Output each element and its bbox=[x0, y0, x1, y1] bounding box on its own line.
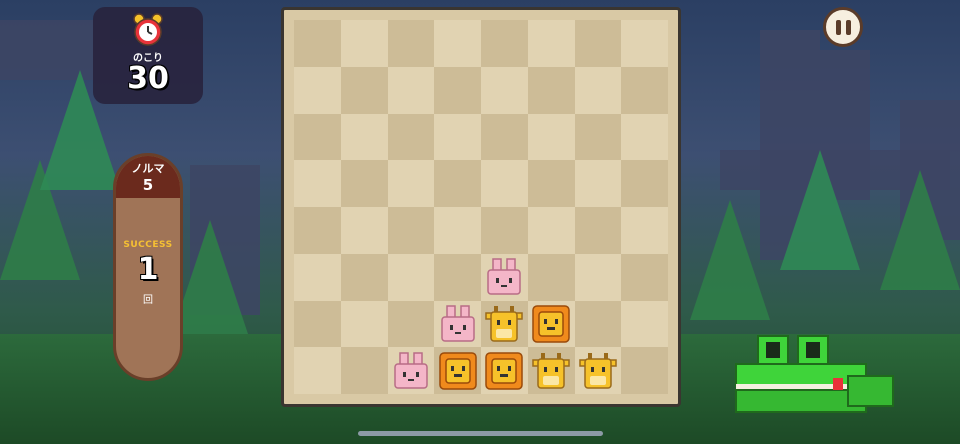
quota-label: ノルマ bbox=[131, 162, 165, 175]
board-cell[interactable] bbox=[340, 347, 388, 394]
board-cell[interactable] bbox=[294, 66, 341, 114]
board-cell[interactable] bbox=[621, 253, 668, 301]
board-cell[interactable] bbox=[387, 66, 435, 114]
board-cell[interactable] bbox=[527, 20, 575, 67]
board-cell[interactable] bbox=[340, 253, 388, 301]
board-cell[interactable] bbox=[294, 253, 341, 301]
board-cell[interactable] bbox=[574, 253, 622, 301]
board-cell[interactable] bbox=[294, 20, 341, 67]
board-cell[interactable] bbox=[340, 300, 388, 348]
board-cell[interactable] bbox=[434, 253, 481, 301]
home-indicator[interactable] bbox=[358, 431, 603, 436]
success-count: 1 bbox=[137, 252, 159, 287]
board-cell[interactable] bbox=[621, 207, 668, 254]
quota-value: 5 bbox=[142, 176, 154, 194]
board-cell[interactable] bbox=[574, 207, 622, 254]
board-cell[interactable] bbox=[527, 66, 575, 114]
time-remaining-panel: のこり 30 bbox=[93, 7, 203, 104]
giraffe-block[interactable] bbox=[579, 352, 617, 390]
board-cell[interactable] bbox=[621, 20, 668, 67]
board-cell[interactable] bbox=[340, 66, 388, 114]
game-board bbox=[281, 7, 681, 407]
lion-block[interactable] bbox=[485, 351, 524, 390]
success-unit: 回 bbox=[143, 295, 153, 306]
time-remaining-value: 30 bbox=[127, 61, 169, 96]
board-cell[interactable] bbox=[387, 113, 435, 161]
board-cell[interactable] bbox=[574, 113, 622, 161]
board-cell[interactable] bbox=[434, 113, 481, 161]
board-cell[interactable] bbox=[434, 20, 481, 67]
board-cell[interactable] bbox=[481, 253, 528, 301]
board-cell[interactable] bbox=[574, 300, 622, 348]
board-cell[interactable] bbox=[574, 20, 622, 67]
board-cell[interactable] bbox=[340, 20, 388, 67]
board-cell[interactable] bbox=[574, 160, 622, 207]
board-cell[interactable] bbox=[387, 253, 435, 301]
board-cell[interactable] bbox=[387, 300, 435, 348]
board-cell[interactable] bbox=[621, 347, 668, 394]
board-cell[interactable] bbox=[621, 66, 668, 114]
giraffe-block[interactable] bbox=[485, 305, 524, 343]
board-cell[interactable] bbox=[481, 207, 528, 254]
board-cell[interactable] bbox=[434, 207, 481, 254]
pause-icon bbox=[835, 19, 841, 35]
board-cell[interactable] bbox=[387, 160, 435, 207]
board-cell[interactable] bbox=[434, 160, 481, 207]
rabbit-block[interactable] bbox=[439, 305, 477, 343]
board-cell[interactable] bbox=[621, 113, 668, 161]
board-grid bbox=[294, 20, 668, 394]
board-cell[interactable] bbox=[481, 300, 528, 348]
board-cell[interactable] bbox=[340, 113, 388, 161]
board-cell[interactable] bbox=[481, 160, 528, 207]
board-cell[interactable] bbox=[527, 253, 575, 301]
quota-header: ノルマ 5 bbox=[116, 156, 180, 198]
board-cell[interactable] bbox=[294, 160, 341, 207]
board-cell[interactable] bbox=[527, 160, 575, 207]
board-cell[interactable] bbox=[574, 347, 622, 394]
board-cell[interactable] bbox=[340, 207, 388, 254]
board-cell[interactable] bbox=[481, 66, 528, 114]
lion-block[interactable] bbox=[438, 351, 477, 390]
board-cell[interactable] bbox=[294, 113, 341, 161]
board-cell[interactable] bbox=[481, 113, 528, 161]
rabbit-block[interactable] bbox=[485, 258, 523, 296]
board-cell[interactable] bbox=[340, 160, 388, 207]
board-cell[interactable] bbox=[387, 347, 435, 394]
lion-block[interactable] bbox=[532, 305, 570, 343]
board-cell[interactable] bbox=[481, 20, 528, 67]
board-cell[interactable] bbox=[434, 66, 481, 114]
giraffe-block[interactable] bbox=[532, 352, 570, 390]
board-cell[interactable] bbox=[621, 300, 668, 348]
quota-panel: ノルマ 5 SUCCESS 1 回 bbox=[113, 153, 183, 381]
success-label: SUCCESS bbox=[123, 240, 173, 250]
board-cell[interactable] bbox=[527, 207, 575, 254]
board-cell[interactable] bbox=[574, 66, 622, 114]
crocodile-character bbox=[728, 328, 898, 423]
board-cell[interactable] bbox=[527, 347, 575, 394]
board-cell[interactable] bbox=[387, 20, 435, 67]
board-cell[interactable] bbox=[481, 347, 528, 394]
rabbit-block[interactable] bbox=[392, 351, 430, 390]
pause-icon-bar bbox=[845, 19, 851, 35]
board-cell[interactable] bbox=[294, 300, 341, 348]
alarm-clock-icon bbox=[130, 13, 166, 47]
board-cell[interactable] bbox=[434, 347, 481, 394]
board-cell[interactable] bbox=[621, 160, 668, 207]
board-cell[interactable] bbox=[387, 207, 435, 254]
board-cell[interactable] bbox=[527, 113, 575, 161]
board-cell[interactable] bbox=[527, 300, 575, 348]
board-cell[interactable] bbox=[294, 207, 341, 254]
pause-button[interactable] bbox=[823, 7, 863, 47]
board-cell[interactable] bbox=[434, 300, 481, 348]
board-cell[interactable] bbox=[294, 347, 341, 394]
